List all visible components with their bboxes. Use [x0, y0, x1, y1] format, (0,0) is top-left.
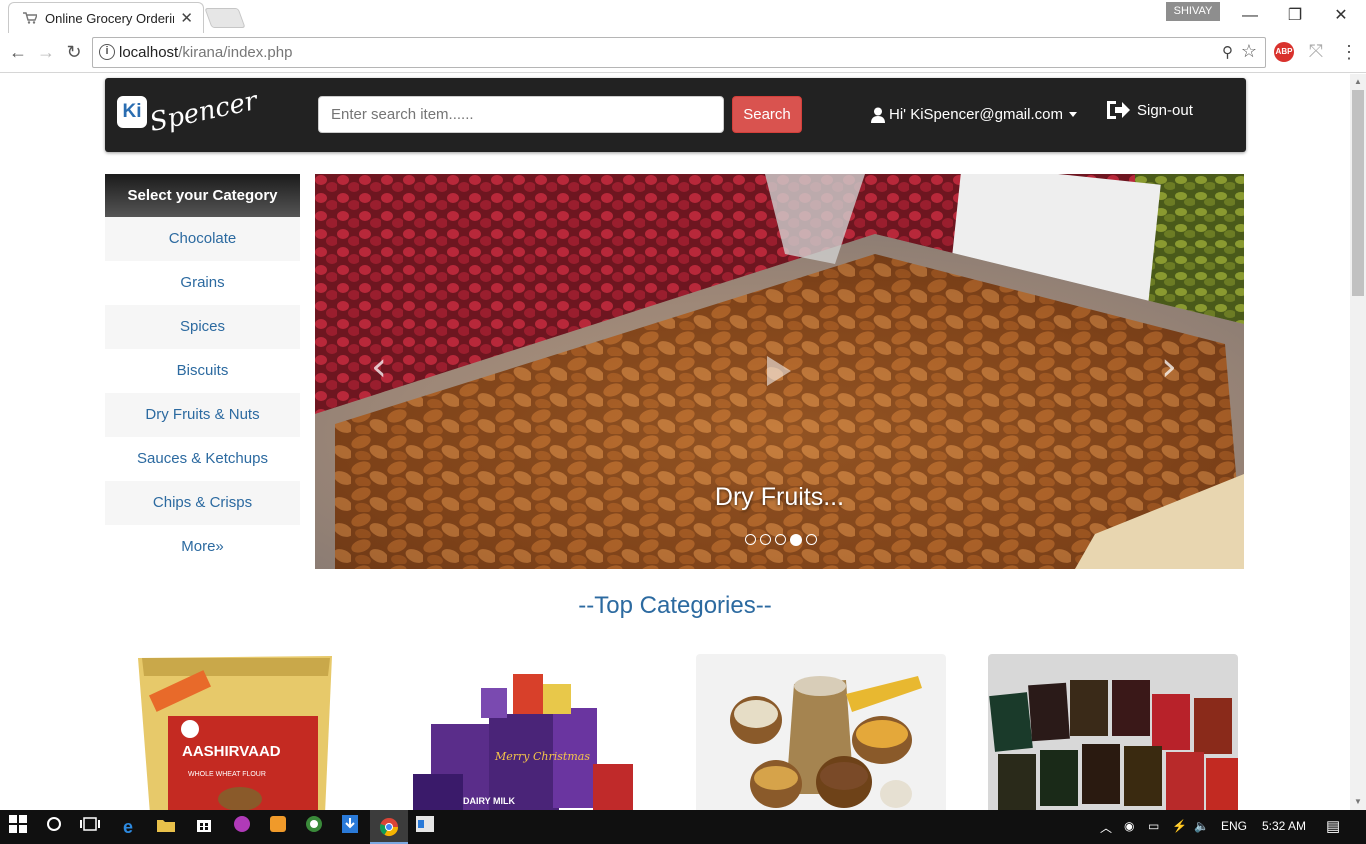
carousel-play-icon[interactable] — [767, 356, 791, 386]
windows-start-icon[interactable] — [6, 815, 30, 839]
category-tile-chocolates[interactable]: Merry Christmas DAIRY MILK — [403, 654, 653, 810]
bookmark-star-icon[interactable]: ☆ — [1241, 41, 1257, 62]
sidebar-item-dry-fruits[interactable]: Dry Fruits & Nuts — [105, 393, 300, 437]
logo-ki: Ki — [117, 96, 147, 128]
language-indicator[interactable]: ENG — [1221, 819, 1247, 833]
url-host: localhost — [119, 44, 179, 61]
page-scrollbar[interactable]: ▲ ▼ — [1350, 74, 1366, 810]
file-explorer-icon[interactable] — [154, 815, 178, 839]
sidebar-item-chocolate[interactable]: Chocolate — [105, 217, 300, 261]
adblock-extension-icon[interactable]: ABP — [1274, 42, 1294, 62]
app-window-icon[interactable] — [413, 815, 437, 839]
forward-button[interactable]: → — [34, 40, 58, 64]
category-sidebar: Select your Category Chocolate Grains Sp… — [105, 174, 300, 569]
restore-button[interactable]: ❐ — [1284, 5, 1306, 27]
caret-down-icon — [1068, 112, 1077, 117]
browser-titlebar: Online Grocery Ordering ✕ SHIVAY — ❐ ✕ — [0, 0, 1366, 33]
chrome-icon — [380, 818, 398, 837]
sidebar-item-chips[interactable]: Chips & Crisps — [105, 481, 300, 525]
browser-tab[interactable]: Online Grocery Ordering ✕ — [8, 2, 204, 33]
clock[interactable]: 5:32 AM — [1262, 819, 1306, 833]
user-greeting: Hi' KiSpencer@gmail.com — [889, 106, 1063, 123]
user-dropdown[interactable]: Hi' KiSpencer@gmail.com — [871, 106, 1077, 123]
new-tab-button[interactable] — [204, 8, 246, 28]
carousel-caption: Dry Fruits... — [714, 483, 845, 511]
url-path: /kirana/index.php — [178, 44, 293, 61]
carousel-indicator[interactable] — [806, 534, 817, 545]
profile-chip[interactable]: SHIVAY — [1166, 2, 1220, 21]
battery-icon[interactable]: ▭ — [1148, 819, 1159, 833]
page-viewport: Ki Spencer Search Hi' KiSpencer@gmail.co… — [0, 74, 1350, 810]
address-bar[interactable]: i localhost/kirana/index.php ⚲ ☆ — [92, 37, 1266, 68]
top-categories-title: --Top Categories-- — [578, 592, 772, 619]
tray-chevron-icon[interactable]: ︿ — [1100, 819, 1112, 836]
choc-sub-text: DAIRY MILK — [463, 796, 516, 806]
network-icon[interactable]: ⚡ — [1172, 819, 1187, 833]
site-logo[interactable]: Ki Spencer — [117, 86, 260, 138]
tray-record-icon[interactable]: ◉ — [1124, 819, 1134, 833]
app-orange-icon[interactable] — [266, 815, 290, 839]
edge-icon[interactable]: e — [116, 815, 140, 839]
sidebar-item-sauces[interactable]: Sauces & Ketchups — [105, 437, 300, 481]
carousel-indicator-active[interactable] — [790, 534, 802, 546]
carousel-indicator[interactable] — [775, 534, 786, 545]
spices-image — [988, 654, 1238, 810]
flour-image: AASHIRVAAD WHOLE WHEAT FLOUR — [120, 654, 370, 810]
tab-close-icon[interactable]: ✕ — [180, 9, 193, 27]
carousel-indicator[interactable] — [745, 534, 756, 545]
flour-sub-text: WHOLE WHEAT FLOUR — [188, 771, 266, 778]
cortana-icon[interactable] — [42, 815, 66, 839]
site-header: Ki Spencer Search Hi' KiSpencer@gmail.co… — [105, 78, 1246, 152]
cart-icon — [23, 12, 37, 24]
carousel-indicators — [745, 534, 817, 546]
url-text[interactable]: localhost/kirana/index.php — [119, 44, 292, 61]
back-button[interactable]: ← — [6, 40, 30, 64]
carousel-next-icon[interactable]: › — [1161, 344, 1177, 390]
action-center-icon[interactable]: ▤ — [1326, 817, 1340, 835]
app-purple-icon[interactable] — [230, 815, 254, 839]
signout-link[interactable]: Sign-out — [1105, 98, 1193, 122]
download-app-icon[interactable] — [338, 815, 362, 839]
key-icon[interactable]: ⚲ — [1222, 43, 1233, 61]
sidebar-heading: Select your Category — [105, 174, 300, 217]
user-icon — [871, 107, 885, 123]
choc-pack-text: Merry Christmas — [494, 750, 590, 763]
sidebar-item-grains[interactable]: Grains — [105, 261, 300, 305]
grains-image — [696, 654, 946, 810]
carousel-prev-icon[interactable]: ‹ — [371, 344, 387, 390]
task-view-icon[interactable] — [78, 815, 102, 839]
close-window-button[interactable]: ✕ — [1330, 5, 1352, 27]
sidebar-item-spices[interactable]: Spices — [105, 305, 300, 349]
chocolates-image: Merry Christmas DAIRY MILK — [403, 654, 653, 810]
sidebar-item-biscuits[interactable]: Biscuits — [105, 349, 300, 393]
minimize-button[interactable]: — — [1239, 5, 1261, 27]
signout-label: Sign-out — [1137, 101, 1193, 119]
extension-icon[interactable]: ⤧ — [1306, 41, 1326, 61]
search-button[interactable]: Search — [732, 96, 802, 133]
store-icon[interactable] — [192, 815, 216, 839]
windows-taskbar: e ︿ ◉ ▭ ⚡ 🔈 ENG 5:32 AM ▤ — [0, 810, 1366, 844]
flour-brand-text: AASHIRVAAD — [182, 743, 281, 760]
info-icon[interactable]: i — [99, 44, 115, 60]
volume-icon[interactable]: 🔈 — [1194, 819, 1209, 833]
search-input[interactable] — [318, 96, 724, 133]
browser-toolbar: ← → ↻ i localhost/kirana/index.php ⚲ ☆ A… — [0, 33, 1366, 73]
scroll-down-icon[interactable]: ▼ — [1350, 794, 1366, 810]
reload-button[interactable]: ↻ — [62, 40, 86, 64]
chrome-taskbar-active[interactable] — [370, 810, 408, 844]
scroll-up-icon[interactable]: ▲ — [1350, 74, 1366, 90]
category-tile-spices[interactable] — [988, 654, 1238, 810]
sidebar-item-more[interactable]: More» — [105, 525, 300, 569]
tab-title: Online Grocery Ordering — [45, 10, 175, 26]
hero-carousel[interactable]: ‹ › Dry Fruits... — [315, 174, 1244, 569]
category-tile-grains[interactable] — [696, 654, 946, 810]
app-green-icon[interactable] — [302, 815, 326, 839]
browser-menu-icon[interactable]: ⋮ — [1340, 40, 1358, 64]
carousel-indicator[interactable] — [760, 534, 771, 545]
logo-text: Spencer — [147, 85, 260, 139]
signout-icon — [1107, 101, 1130, 119]
category-tile-flour[interactable]: AASHIRVAAD WHOLE WHEAT FLOUR — [120, 654, 370, 810]
scrollbar-thumb[interactable] — [1352, 90, 1364, 296]
